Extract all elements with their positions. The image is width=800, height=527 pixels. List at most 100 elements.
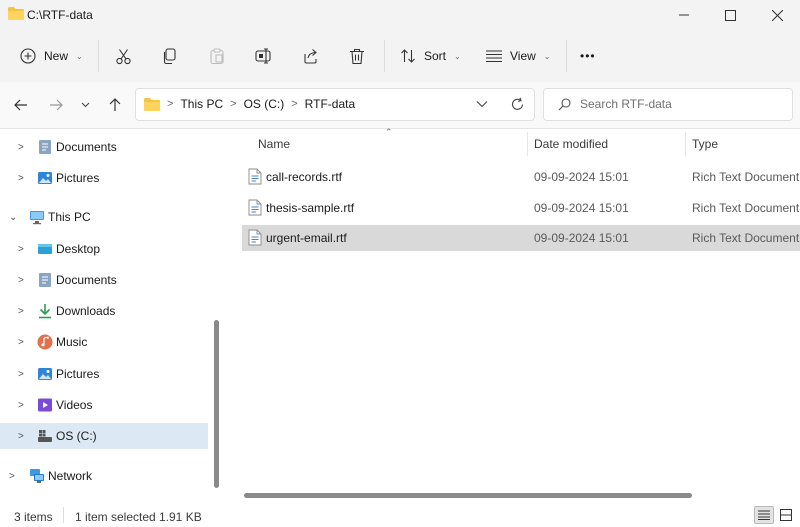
refresh-button[interactable] xyxy=(510,97,525,115)
address-bar[interactable]: > This PC > OS (C:) > RTF-data xyxy=(135,88,535,121)
breadcrumb-rtf-data[interactable]: RTF-data xyxy=(305,97,355,111)
breadcrumb-this-pc[interactable]: This PC xyxy=(180,97,223,111)
new-label: New xyxy=(44,49,69,63)
file-name: call-records.rtf xyxy=(266,170,343,184)
tiles-view-icon xyxy=(780,509,792,521)
toolbar-divider xyxy=(566,40,567,72)
sidebar-item-label: Downloads xyxy=(56,304,116,318)
sidebar-item-pictures-quick[interactable]: > Pictures xyxy=(0,165,208,191)
address-dropdown-button[interactable] xyxy=(476,98,488,113)
sidebar-item-label: OS (C:) xyxy=(56,429,97,443)
minimize-button[interactable] xyxy=(661,0,707,30)
address-row: > This PC > OS (C:) > RTF-data xyxy=(0,82,800,129)
chevron-down-icon xyxy=(476,101,488,108)
sidebar-item-network[interactable]: > Network xyxy=(0,463,208,489)
selection-count: 1 item selected xyxy=(75,510,156,524)
chevron-right-icon: > xyxy=(167,98,174,110)
file-name: urgent-email.rtf xyxy=(266,231,347,245)
scrollbar-thumb[interactable] xyxy=(214,320,219,488)
back-button[interactable] xyxy=(9,94,33,116)
new-button[interactable]: New ⌄ xyxy=(20,42,83,70)
search-icon xyxy=(558,98,571,111)
sidebar-item-label: This PC xyxy=(48,210,91,224)
folder-icon xyxy=(8,7,24,20)
status-divider xyxy=(63,507,64,523)
chevron-down-icon: ⌄ xyxy=(76,51,83,61)
network-icon xyxy=(30,469,44,483)
command-bar: New ⌄ Sort ⌄ View ⌄ ••• xyxy=(0,30,800,82)
file-row[interactable]: thesis-sample.rtf 09-09-2024 15:01 Rich … xyxy=(242,195,800,221)
file-list: ⌃ Name Date modified Type call-records.r… xyxy=(228,127,800,499)
rtf-file-icon xyxy=(248,199,262,216)
navigation-scrollbar[interactable] xyxy=(212,129,222,499)
chevron-right-icon: > xyxy=(291,98,298,110)
sidebar-item-documents-quick[interactable]: > Documents xyxy=(0,134,208,160)
copy-button[interactable] xyxy=(162,42,178,70)
sidebar-item-this-pc[interactable]: ⌄ This PC xyxy=(0,204,208,230)
rename-button[interactable] xyxy=(255,42,273,70)
delete-button[interactable] xyxy=(349,42,365,70)
rtf-file-icon xyxy=(248,168,262,185)
drive-icon xyxy=(38,430,52,442)
sidebar-item-downloads[interactable]: > Downloads xyxy=(0,298,208,324)
cut-button[interactable] xyxy=(115,42,132,70)
sidebar-item-label: Pictures xyxy=(56,171,100,185)
chevron-right-icon: > xyxy=(18,141,24,153)
column-header-type[interactable]: Type xyxy=(692,129,718,159)
search-box[interactable] xyxy=(543,88,793,121)
sidebar-item-label: Documents xyxy=(56,140,117,154)
sort-ascending-icon: ⌃ xyxy=(385,127,393,137)
sidebar-item-pictures[interactable]: > Pictures xyxy=(0,361,208,387)
column-divider[interactable] xyxy=(527,132,528,156)
view-list-icon xyxy=(486,50,502,62)
folder-icon xyxy=(144,97,160,111)
breadcrumb-os-c[interactable]: OS (C:) xyxy=(244,97,285,111)
pictures-icon xyxy=(38,368,52,380)
horizontal-scrollbar[interactable] xyxy=(230,489,800,501)
maximize-icon xyxy=(724,9,736,21)
selection-size: 1.91 KB xyxy=(159,510,202,524)
sidebar-item-desktop[interactable]: > Desktop xyxy=(0,236,208,262)
chevron-right-icon: > xyxy=(18,336,24,348)
documents-icon xyxy=(39,140,51,154)
search-input[interactable] xyxy=(578,96,782,112)
item-count: 3 items xyxy=(14,510,53,524)
forward-button[interactable] xyxy=(44,94,68,116)
chevron-down-icon: ⌄ xyxy=(454,51,461,61)
breadcrumb: > This PC > OS (C:) > RTF-data xyxy=(144,97,355,111)
sidebar-item-music[interactable]: > Music xyxy=(0,329,208,355)
music-icon xyxy=(37,334,53,350)
plus-circle-icon xyxy=(20,48,36,64)
column-header-date-modified[interactable]: Date modified xyxy=(534,129,608,159)
arrow-right-icon xyxy=(50,99,63,111)
refresh-icon xyxy=(511,97,524,110)
window-title: C:\RTF-data xyxy=(27,8,93,22)
file-row[interactable]: urgent-email.rtf 09-09-2024 15:01 Rich T… xyxy=(242,225,800,251)
recent-locations-button[interactable] xyxy=(73,94,97,116)
tiles-view-button[interactable] xyxy=(776,506,796,524)
share-button[interactable] xyxy=(302,42,319,70)
column-divider[interactable] xyxy=(685,132,686,156)
sidebar-item-label: Desktop xyxy=(56,242,101,256)
share-icon xyxy=(304,49,317,64)
details-view-button[interactable] xyxy=(754,506,774,524)
close-button[interactable] xyxy=(754,0,800,30)
this-pc-icon xyxy=(30,211,44,225)
chevron-right-icon: > xyxy=(18,368,24,380)
sort-button[interactable]: Sort ⌄ xyxy=(400,42,461,70)
sidebar-item-documents[interactable]: > Documents xyxy=(0,267,208,293)
sidebar-item-label: Documents xyxy=(56,273,117,287)
details-view-icon xyxy=(758,510,770,520)
file-row[interactable]: call-records.rtf 09-09-2024 15:01 Rich T… xyxy=(242,164,800,190)
up-button[interactable] xyxy=(103,94,127,116)
scrollbar-thumb[interactable] xyxy=(244,493,692,498)
sidebar-item-videos[interactable]: > Videos xyxy=(0,392,208,418)
more-options-button[interactable]: ••• xyxy=(580,42,596,70)
maximize-button[interactable] xyxy=(707,0,753,30)
sidebar-item-os-c[interactable]: > OS (C:) xyxy=(0,423,208,449)
toolbar-divider xyxy=(384,40,385,72)
view-button[interactable]: View ⌄ xyxy=(486,42,551,70)
column-header-name[interactable]: Name xyxy=(258,129,290,159)
paste-button[interactable] xyxy=(209,42,225,70)
sort-label: Sort xyxy=(424,49,447,63)
